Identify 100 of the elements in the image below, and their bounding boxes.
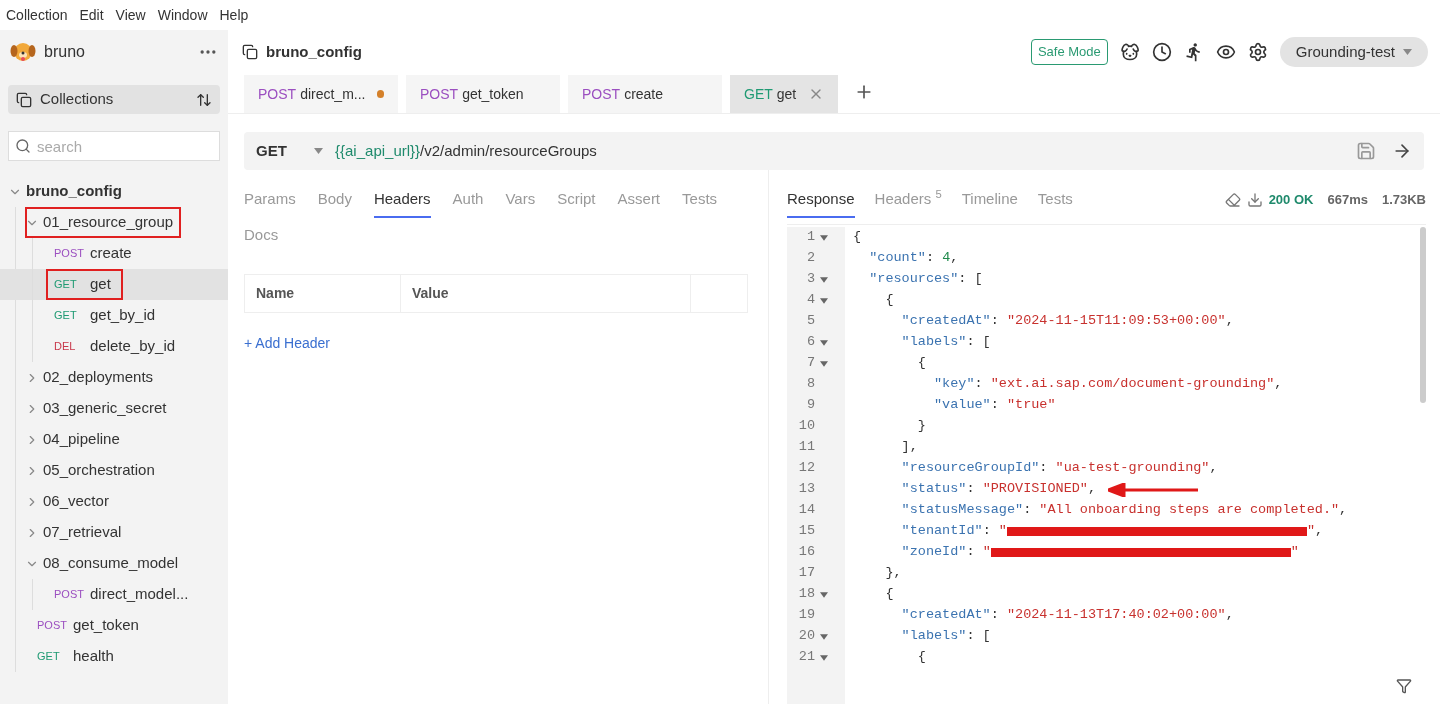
code-token: :	[925, 249, 936, 268]
url-bar[interactable]: GET {{ai_api_url}}/v2/admin/resourceGroups	[244, 132, 1424, 170]
fold-icon[interactable]	[818, 359, 830, 368]
request-tab[interactable]: POST get_token	[406, 75, 560, 113]
line-number: 5	[805, 312, 815, 331]
code-token: },	[885, 564, 902, 583]
fold-icon[interactable]	[818, 296, 830, 305]
line-number: 3	[805, 270, 815, 289]
menu-item[interactable]: Help	[219, 4, 249, 26]
request-tab[interactable]: GET get	[730, 75, 839, 113]
collection-title: bruno_config	[266, 41, 362, 62]
code-token: : [	[966, 627, 991, 646]
eye-icon[interactable]	[1215, 42, 1236, 62]
folder-item[interactable]: 08_consume_model	[25, 548, 187, 579]
save-icon[interactable]	[1356, 141, 1376, 161]
code-token: "2024-11-13T17:40:02+00:00"	[1006, 606, 1226, 625]
folder-item[interactable]: 03_generic_secret	[25, 393, 175, 424]
line-number: 2	[805, 249, 815, 268]
settings-icon[interactable]	[1247, 42, 1268, 62]
code-token: "labels"	[901, 333, 967, 352]
column-header: Name	[245, 275, 401, 312]
line-number: 1	[805, 228, 815, 247]
add-header-link[interactable]: + Add Header	[244, 333, 330, 354]
code-token: "labels"	[901, 627, 967, 646]
code-token: {	[853, 228, 862, 247]
tab[interactable]: Headers	[373, 182, 431, 218]
code-token: "zoneId"	[901, 543, 967, 562]
code-token: ,	[1339, 501, 1348, 520]
code-token: :	[990, 396, 1000, 415]
request-tab[interactable]: POST direct_m...	[244, 75, 398, 113]
fold-icon[interactable]	[818, 233, 830, 242]
code-token: "tenantId"	[901, 522, 983, 541]
code-token: {	[917, 354, 926, 373]
line-number: 12	[797, 459, 815, 478]
tab[interactable]: Response	[787, 182, 855, 218]
menu-item[interactable]: Collection	[6, 4, 68, 26]
code-token: "createdAt"	[901, 606, 991, 625]
code-token: :	[966, 543, 976, 562]
code-token: "createdAt"	[901, 312, 991, 331]
caret-icon	[314, 148, 323, 154]
code-token: "statusMessage"	[901, 501, 1024, 520]
fold-icon[interactable]	[818, 275, 830, 284]
code-token: : [	[966, 333, 991, 352]
line-number: 7	[805, 354, 815, 373]
scrollbar-thumb[interactable]	[1420, 227, 1426, 403]
line-number: 18	[797, 585, 815, 604]
code-token: :	[974, 375, 984, 394]
code-token: ,	[1087, 480, 1097, 499]
eraser-icon[interactable]	[1224, 192, 1241, 208]
request-item[interactable]: POST direct_model...	[46, 579, 201, 610]
filter-icon[interactable]	[1396, 678, 1412, 694]
request-item[interactable]: POST get_token	[29, 610, 151, 641]
fold-icon[interactable]	[818, 590, 830, 599]
fold-icon[interactable]	[818, 632, 830, 641]
search-field[interactable]: search	[8, 131, 220, 161]
column-header: Value	[401, 275, 691, 312]
menu-item[interactable]: Window	[157, 4, 208, 26]
menu-item[interactable]: View	[115, 4, 146, 26]
folder-item[interactable]: 07_retrieval	[25, 517, 130, 548]
environment-dropdown[interactable]: Grounding-test	[1279, 37, 1428, 67]
request-item[interactable]: GET get_by_id	[46, 300, 168, 331]
request-item[interactable]: POST create	[46, 238, 144, 269]
code-token: }	[917, 417, 926, 436]
line-number: 17	[797, 564, 815, 583]
request-item[interactable]: GET health	[29, 641, 126, 672]
code-token: "PROVISIONED"	[982, 480, 1088, 499]
menu-item[interactable]: Edit	[79, 4, 104, 26]
line-number: 21	[797, 648, 815, 667]
fold-icon[interactable]	[818, 338, 830, 347]
folder-item[interactable]: 04_pipeline	[25, 424, 128, 455]
request-tab[interactable]: POST create	[568, 75, 722, 113]
dog-logo-icon	[10, 40, 36, 64]
code-token: "value"	[934, 396, 991, 415]
code-token: :	[1039, 459, 1049, 478]
code-token: 4	[942, 249, 951, 268]
dog-icon[interactable]	[1119, 42, 1140, 62]
code-token: "status"	[901, 480, 967, 499]
sort-icon	[196, 91, 212, 108]
collections-button[interactable]: Collections	[8, 85, 220, 114]
folder-item[interactable]: 05_orchestration	[25, 455, 163, 486]
code-token: ,	[1274, 375, 1283, 394]
folder-item[interactable]: 06_vector	[25, 486, 117, 517]
line-number: 16	[797, 543, 815, 562]
folder-item[interactable]: 01_resource_group	[25, 207, 182, 238]
request-item[interactable]: DEL delete_by_id	[46, 331, 188, 362]
code-token: :	[966, 480, 976, 499]
line-number: 9	[805, 396, 815, 415]
folder-item[interactable]: bruno_config	[8, 176, 130, 207]
code-token: ,	[1225, 606, 1234, 625]
code-token: :	[990, 606, 1000, 625]
line-number: 13	[797, 480, 815, 499]
response-size: 1.73KB	[1381, 191, 1426, 210]
clock-icon[interactable]	[1151, 42, 1172, 62]
fold-icon[interactable]	[818, 653, 830, 662]
download-icon[interactable]	[1246, 192, 1263, 208]
folder-item[interactable]: 02_deployments	[25, 362, 162, 393]
code-token: "	[982, 543, 991, 562]
code-token: "2024-11-15T11:09:53+00:00"	[1006, 312, 1226, 331]
line-number: 19	[797, 606, 815, 625]
safe-mode-badge[interactable]: Safe Mode	[1030, 39, 1108, 65]
